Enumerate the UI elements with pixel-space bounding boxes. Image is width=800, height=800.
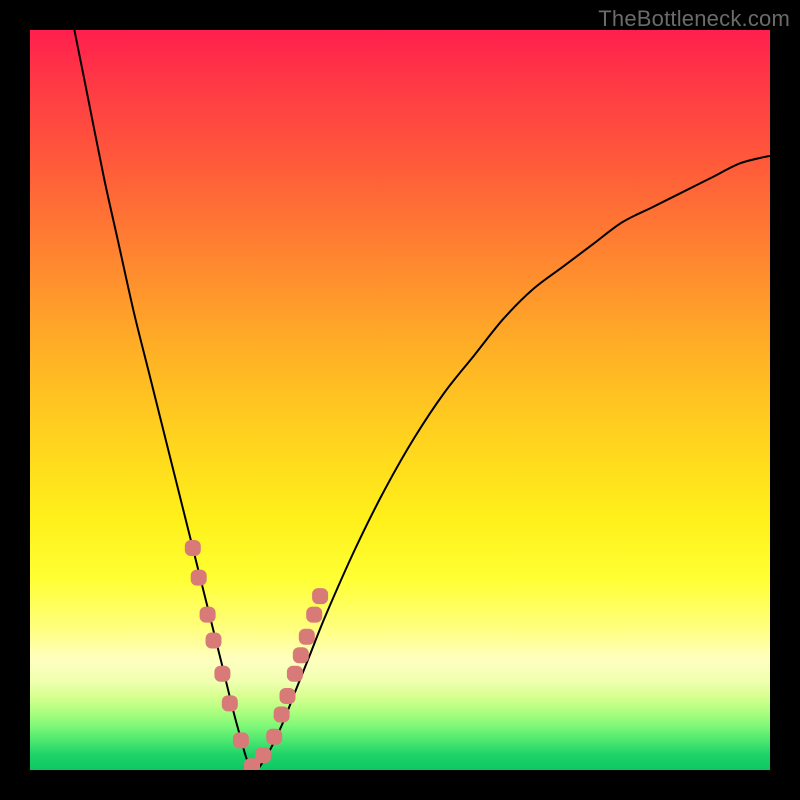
near-optimal-dot: [312, 588, 328, 604]
near-optimal-dot: [255, 747, 271, 763]
near-optimal-dot: [266, 729, 282, 745]
near-optimal-dot: [274, 707, 290, 723]
near-optimal-dot: [214, 666, 230, 682]
near-optimal-dot: [206, 633, 222, 649]
near-optimal-dot: [293, 647, 309, 663]
near-optimal-dot: [222, 695, 238, 711]
near-optimal-dot: [280, 688, 296, 704]
near-optimal-dot: [185, 540, 201, 556]
near-optimal-dot: [299, 629, 315, 645]
near-optimal-dot: [233, 732, 249, 748]
near-optimal-dot: [287, 666, 303, 682]
near-optimal-dot: [306, 607, 322, 623]
near-optimal-dot: [200, 607, 216, 623]
watermark-text: TheBottleneck.com: [598, 6, 790, 32]
near-optimal-dot: [191, 570, 207, 586]
